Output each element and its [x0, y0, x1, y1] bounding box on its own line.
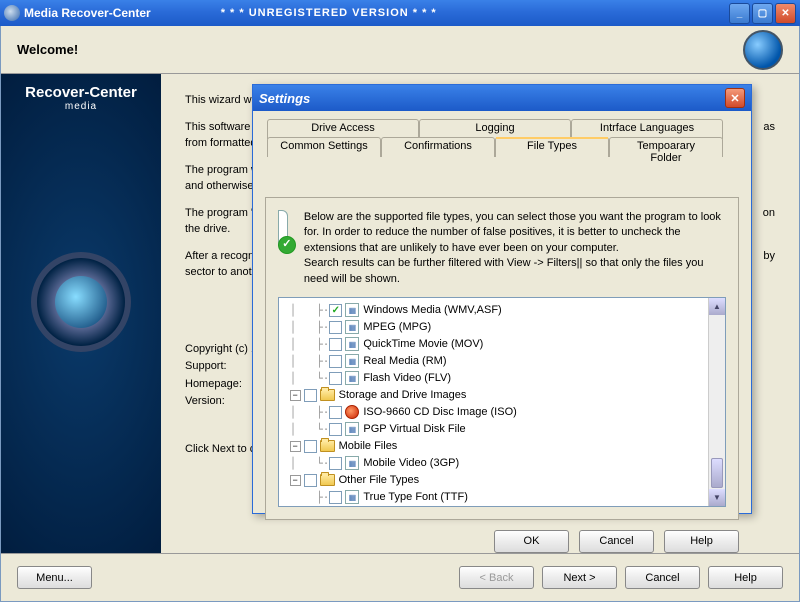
filetype-tree[interactable]: │ ├·✓▦Windows Media (WMV,ASF) │ ├·▦MPEG … — [278, 297, 726, 507]
filetype-description: Below are the supported file types, you … — [304, 210, 726, 256]
brand-name: Recover-Center — [25, 84, 137, 101]
scrollbar[interactable]: ▲ ▼ — [708, 298, 725, 506]
checkbox-pgp[interactable] — [329, 423, 342, 436]
page-title: Welcome! — [17, 42, 78, 57]
folder-icon — [320, 474, 335, 486]
checkbox-other[interactable] — [304, 474, 317, 487]
back-button[interactable]: < Back — [459, 566, 534, 589]
file-icon: ▦ — [345, 371, 359, 385]
brand-sub: media — [65, 101, 97, 112]
ok-button[interactable]: OK — [494, 530, 569, 553]
folder-icon — [320, 389, 335, 401]
tab-temporary-folder[interactable]: Tempoarary Folder — [609, 137, 723, 157]
help-button[interactable]: Help — [708, 566, 783, 589]
dialog-help-button[interactable]: Help — [664, 530, 739, 553]
file-icon: ▦ — [345, 354, 359, 368]
checkbox-mov[interactable] — [329, 338, 342, 351]
tab-logging[interactable]: Logging — [419, 119, 571, 139]
window-title: Media Recover-Center — [24, 6, 151, 20]
file-icon: ▦ — [345, 337, 359, 351]
document-check-icon: ✓ — [278, 210, 294, 252]
collapse-icon[interactable]: − — [290, 475, 301, 486]
collapse-icon[interactable]: − — [290, 441, 301, 452]
file-icon: ▦ — [345, 303, 359, 317]
tab-file-types[interactable]: File Types — [495, 137, 609, 157]
disc-icon — [345, 405, 359, 419]
scroll-down-icon[interactable]: ▼ — [709, 489, 725, 506]
minimize-button[interactable]: _ — [729, 3, 750, 24]
filetype-description-2: Search results can be further filtered w… — [304, 256, 726, 287]
scrollbar-thumb[interactable] — [711, 458, 723, 488]
file-icon: ▦ — [345, 422, 359, 436]
checkbox-wmv[interactable]: ✓ — [329, 304, 342, 317]
checkbox-ttf[interactable] — [329, 491, 342, 504]
dialog-titlebar: Settings ✕ — [253, 85, 751, 111]
wizard-header: Welcome! — [1, 26, 799, 74]
checkbox-rm[interactable] — [329, 355, 342, 368]
file-icon: ▦ — [345, 456, 359, 470]
checkbox-flv[interactable] — [329, 372, 342, 385]
checkbox-mobile[interactable] — [304, 440, 317, 453]
scroll-up-icon[interactable]: ▲ — [709, 298, 725, 315]
tab-drive-access[interactable]: Drive Access — [267, 119, 419, 139]
menu-button[interactable]: Menu... — [17, 566, 92, 589]
file-icon: ▦ — [345, 320, 359, 334]
dialog-title: Settings — [259, 91, 310, 106]
tab-panel: ✓ Below are the supported file types, yo… — [265, 197, 739, 520]
checkbox-iso[interactable] — [329, 406, 342, 419]
eye-logo-icon — [31, 252, 131, 352]
checkbox-3gp[interactable] — [329, 457, 342, 470]
tab-languages[interactable]: Intrface Languages — [571, 119, 723, 139]
window-titlebar: Media Recover-Center * * * UNREGISTERED … — [0, 0, 800, 26]
maximize-button[interactable]: ▢ — [752, 3, 773, 24]
cancel-button[interactable]: Cancel — [625, 566, 700, 589]
close-button[interactable]: ✕ — [775, 3, 796, 24]
sidebar: Recover-Center media — [1, 74, 161, 553]
file-icon: ▦ — [345, 490, 359, 504]
checkbox-mpg[interactable] — [329, 321, 342, 334]
tab-common-settings[interactable]: Common Settings — [267, 137, 381, 157]
collapse-icon[interactable]: − — [290, 390, 301, 401]
folder-icon — [320, 440, 335, 452]
app-icon — [4, 5, 20, 21]
dialog-close-button[interactable]: ✕ — [725, 88, 745, 108]
settings-dialog: Settings ✕ Drive Access Logging Intrface… — [252, 84, 752, 514]
tab-confirmations[interactable]: Confirmations — [381, 137, 495, 157]
dialog-cancel-button[interactable]: Cancel — [579, 530, 654, 553]
checkbox-storage[interactable] — [304, 389, 317, 402]
next-button[interactable]: Next > — [542, 566, 617, 589]
header-logo-icon — [743, 30, 783, 70]
unregistered-banner: * * * UNREGISTERED VERSION * * * — [221, 7, 437, 19]
